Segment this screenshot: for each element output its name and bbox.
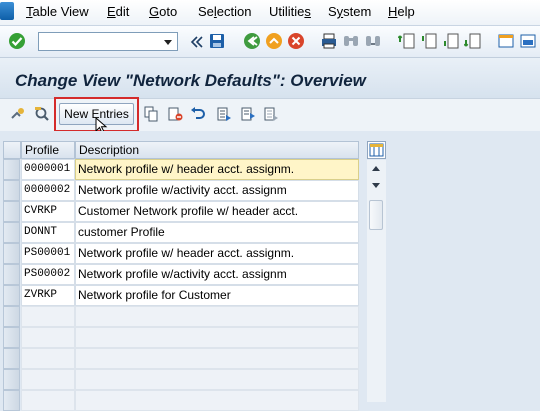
row-selector[interactable] [3, 285, 20, 306]
table-settings-icon[interactable] [367, 141, 386, 159]
menu-help[interactable]: Help [388, 4, 415, 19]
empty-cell [75, 390, 359, 411]
menu-goto[interactable]: Goto [149, 4, 177, 19]
delete-icon[interactable] [167, 106, 183, 122]
row-selector[interactable] [3, 390, 20, 411]
column-header-description[interactable]: Description [75, 141, 359, 159]
shortcut-icon[interactable] [519, 32, 537, 50]
description-cell[interactable]: Network profile w/activity acct. assignm [75, 264, 359, 285]
column-header-profile[interactable]: Profile [21, 141, 75, 159]
menu-selection[interactable]: Selection [198, 4, 252, 19]
empty-cell [21, 306, 75, 327]
print-icon[interactable] [320, 32, 338, 50]
copy-as-icon[interactable] [143, 106, 159, 122]
menu-utilities[interactable]: Utilities [269, 4, 311, 19]
empty-cell [75, 306, 359, 327]
row-selector[interactable] [3, 348, 20, 369]
description-cell[interactable]: customer Profile [75, 222, 359, 243]
display-change-icon[interactable] [10, 106, 26, 122]
previous-page-icon[interactable] [420, 32, 438, 50]
command-field[interactable] [38, 32, 178, 51]
expand-toolbar-icon[interactable] [188, 33, 206, 51]
description-cell[interactable]: Network profile w/activity acct. assignm [75, 180, 359, 201]
profile-cell[interactable]: PS00002 [21, 264, 75, 285]
menu-edit[interactable]: Edit [107, 4, 129, 19]
scroll-thumb[interactable] [369, 200, 383, 230]
first-page-icon[interactable] [398, 32, 416, 50]
profile-cell[interactable]: 0000002 [21, 180, 75, 201]
page-title: Change View "Network Defaults": Overview [15, 71, 366, 90]
save-icon[interactable] [208, 32, 226, 50]
scroll-up-icon[interactable] [372, 166, 380, 171]
empty-cell [21, 390, 75, 411]
cancel-icon[interactable] [287, 32, 305, 50]
empty-cell [75, 348, 359, 369]
menu-bar: Table View Edit Goto Selection Utilities… [0, 0, 540, 26]
profile-cell[interactable]: ZVRKP [21, 285, 75, 306]
last-page-icon[interactable] [464, 32, 482, 50]
description-cell[interactable]: Network profile w/ header acct. assignm. [75, 159, 359, 180]
empty-cell [75, 327, 359, 348]
profile-cell[interactable]: CVRKP [21, 201, 75, 222]
description-cell[interactable]: Network profile w/ header acct. assignm. [75, 243, 359, 264]
vertical-scrollbar[interactable] [367, 160, 386, 402]
select-block-icon[interactable] [240, 106, 256, 122]
menu-system[interactable]: System [328, 4, 371, 19]
undo-change-icon[interactable] [190, 106, 206, 122]
enter-check-icon[interactable] [8, 32, 26, 50]
profile-cell[interactable]: PS00001 [21, 243, 75, 264]
deselect-all-icon[interactable] [263, 106, 279, 122]
profile-cell[interactable]: 0000001 [21, 159, 75, 180]
select-all-header[interactable] [3, 141, 21, 159]
empty-cell [21, 348, 75, 369]
exit-icon[interactable] [265, 32, 283, 50]
find-next-icon[interactable] [364, 32, 382, 50]
sap-menu-icon[interactable] [0, 2, 14, 20]
new-session-icon[interactable] [497, 32, 515, 50]
back-icon[interactable] [243, 32, 261, 50]
empty-cell [21, 327, 75, 348]
command-dropdown-icon[interactable] [160, 34, 176, 49]
row-selector[interactable] [3, 222, 20, 243]
menu-table-view[interactable]: Table View [26, 4, 89, 19]
title-bar: Change View "Network Defaults": Overview [0, 58, 540, 99]
select-all-icon[interactable] [216, 106, 232, 122]
row-selector[interactable] [3, 327, 20, 348]
description-cell[interactable]: Customer Network profile w/ header acct. [75, 201, 359, 222]
find-icon[interactable] [342, 32, 360, 50]
empty-cell [21, 369, 75, 390]
row-selector[interactable] [3, 306, 20, 327]
scroll-down-icon[interactable] [372, 183, 380, 188]
empty-cell [75, 369, 359, 390]
row-selector[interactable] [3, 369, 20, 390]
next-page-icon[interactable] [442, 32, 460, 50]
profile-cell[interactable]: DONNT [21, 222, 75, 243]
display-detail-icon[interactable] [34, 106, 50, 122]
row-selector[interactable] [3, 180, 20, 201]
row-selector[interactable] [3, 264, 20, 285]
description-cell[interactable]: Network profile for Customer [75, 285, 359, 306]
row-selector[interactable] [3, 243, 20, 264]
row-selector[interactable] [3, 159, 20, 180]
row-selector[interactable] [3, 201, 20, 222]
